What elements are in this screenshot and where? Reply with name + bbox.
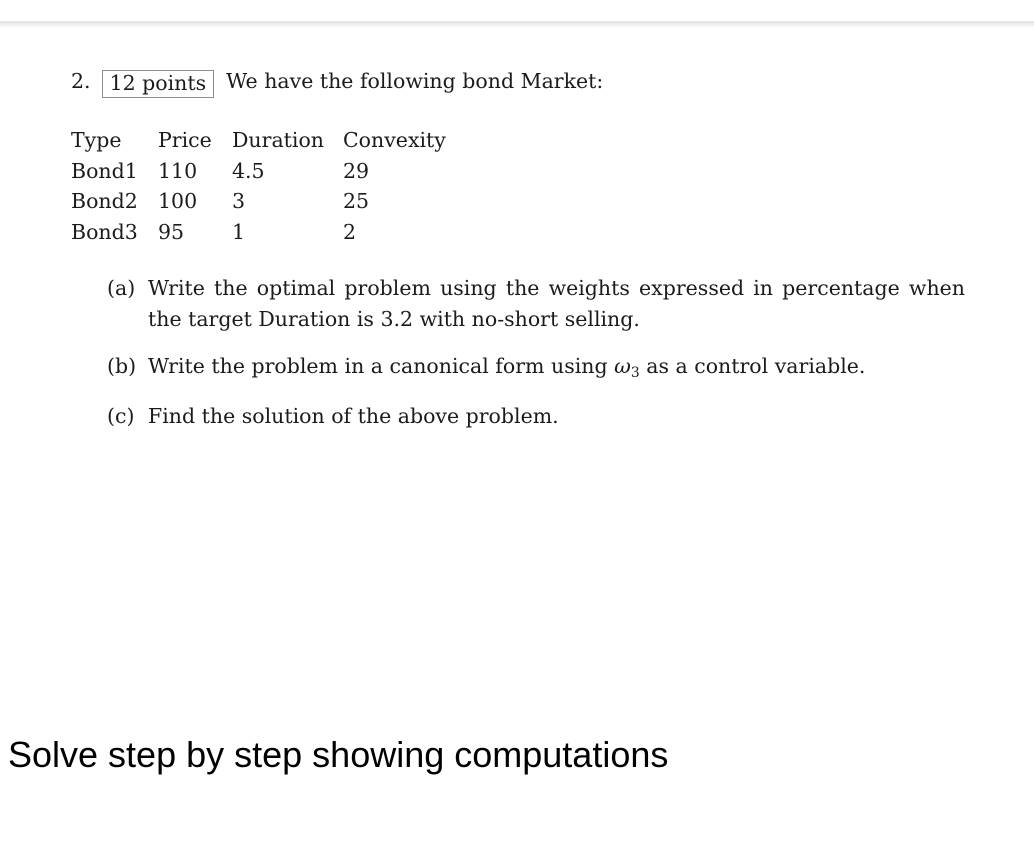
cell-type: Bond2 [71, 189, 138, 213]
column-header-type: Type [71, 128, 122, 152]
column-header-convexity: Convexity [343, 128, 446, 152]
question-item-c: (c) Find the solution of the above probl… [107, 401, 965, 432]
problem-statement-text: We have the following bond Market: [226, 69, 604, 93]
table-row: Bond2 100 3 25 [71, 189, 483, 220]
header-strip [0, 0, 1034, 21]
question-item-a: (a) Write the optimal problem using the … [107, 273, 965, 335]
question-label-c: (c) [107, 404, 135, 428]
problem-statement-line: 2. 12 points We have the following bond Ma… [71, 68, 604, 98]
points-badge: 12 points [101, 70, 215, 98]
cell-type: Bond1 [71, 158, 138, 183]
question-list: (a) Write the optimal problem using the … [107, 273, 965, 432]
question-text-b-before: Write the problem in a canonical form us… [148, 354, 615, 378]
document-sheet: 2. 12 points We have the following bond Ma… [0, 28, 1034, 858]
cell-price: 95 [158, 219, 185, 244]
cell-price: 100 [158, 189, 198, 213]
cell-convexity: 29 [343, 158, 370, 183]
control-variable-omega: ω3 [614, 354, 640, 381]
question-text-b-after: as a control variable. [639, 354, 866, 378]
table-row: Bond3 95 1 2 [71, 220, 483, 251]
column-header-price: Price [158, 128, 212, 152]
cell-convexity: 2 [343, 219, 357, 244]
column-header-duration: Duration [232, 128, 324, 152]
omega-subscript: 3 [630, 364, 640, 381]
header-shadow-divider [0, 21, 1034, 28]
cell-duration: 4.5 [232, 158, 265, 183]
question-text-c: Find the solution of the above problem. [148, 404, 559, 428]
problem-number: 2. [71, 69, 91, 93]
table-header-row: Type Price Duration Convexity [71, 128, 483, 159]
instruction-text: Solve step by step showing computations [8, 734, 669, 775]
bond-market-table: Type Price Duration Convexity Bond1 110 … [71, 128, 483, 250]
question-text-b: Write the problem in a canonical form us… [148, 351, 965, 385]
cell-convexity: 25 [343, 189, 370, 213]
cell-duration: 3 [232, 189, 246, 213]
question-item-b: (b) Write the problem in a canonical for… [107, 351, 965, 385]
question-label-b: (b) [107, 354, 137, 378]
cell-type: Bond3 [71, 219, 138, 244]
question-text-a: Write the optimal problem using the weig… [148, 276, 965, 331]
omega-symbol: ω [614, 354, 631, 378]
cell-duration: 1 [232, 219, 246, 244]
question-label-a: (a) [107, 276, 136, 300]
table-row: Bond1 110 4.5 29 [71, 159, 483, 190]
cell-price: 110 [158, 158, 198, 183]
